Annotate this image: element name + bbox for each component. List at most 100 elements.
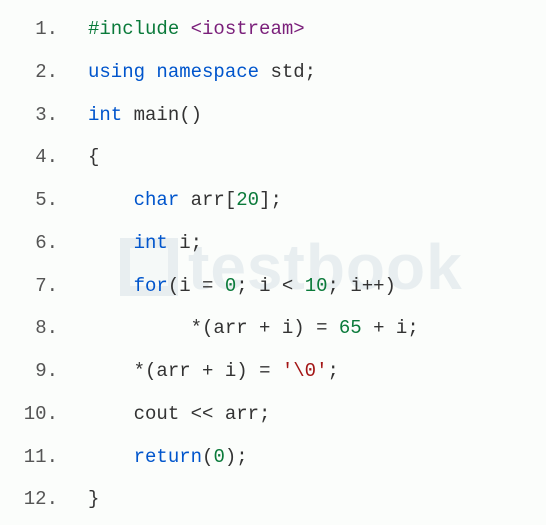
token: int <box>134 232 168 254</box>
code-content: char arr[20]; <box>88 179 282 222</box>
token: ; <box>328 275 351 297</box>
token: arr <box>225 403 259 425</box>
token: arr <box>213 317 247 339</box>
token: ); <box>225 446 248 468</box>
code-line: 11. return(0); <box>0 436 546 479</box>
line-number: 12. <box>0 478 88 521</box>
token: i <box>259 275 270 297</box>
token: ; <box>407 317 418 339</box>
token: cout <box>134 403 180 425</box>
token: arr <box>191 189 225 211</box>
line-number: 8. <box>0 307 88 350</box>
token: i <box>282 317 293 339</box>
token: ; <box>259 403 270 425</box>
code-content: for(i = 0; i < 10; i++) <box>88 265 396 308</box>
code-content: cout << arr; <box>88 393 270 436</box>
token: [ <box>225 189 236 211</box>
token: ]; <box>259 189 282 211</box>
token <box>88 403 134 425</box>
code-content: using namespace std; <box>88 51 316 94</box>
token: ) = <box>293 317 339 339</box>
token: 0 <box>213 446 224 468</box>
token: #include <box>88 18 179 40</box>
token: < <box>270 275 304 297</box>
token <box>122 104 133 126</box>
token: () <box>179 104 202 126</box>
line-number: 1. <box>0 8 88 51</box>
token: i <box>179 275 190 297</box>
code-line: 7. for(i = 0; i < 10; i++) <box>0 265 546 308</box>
token: ) = <box>236 360 282 382</box>
token: int <box>88 104 122 126</box>
token <box>179 18 190 40</box>
code-content: #include <iostream> <box>88 8 305 51</box>
token: 65 <box>339 317 362 339</box>
line-number: 7. <box>0 265 88 308</box>
token: i <box>396 317 407 339</box>
code-content: int main() <box>88 94 202 137</box>
token: } <box>88 488 99 510</box>
line-number: 3. <box>0 94 88 137</box>
line-number: 4. <box>0 136 88 179</box>
token: { <box>88 146 99 168</box>
token <box>88 446 134 468</box>
token: arr <box>156 360 190 382</box>
code-line: 8. *(arr + i) = 65 + i; <box>0 307 546 350</box>
token: <iostream> <box>191 18 305 40</box>
line-number: 5. <box>0 179 88 222</box>
token: std <box>270 61 304 83</box>
token: = <box>191 275 225 297</box>
token: i <box>179 232 190 254</box>
code-content: *(arr + i) = '\0'; <box>88 350 339 393</box>
token <box>259 61 270 83</box>
code-content: return(0); <box>88 436 248 479</box>
line-number: 2. <box>0 51 88 94</box>
token: return <box>134 446 202 468</box>
token: + <box>362 317 396 339</box>
code-line: 12.} <box>0 478 546 521</box>
token: using <box>88 61 145 83</box>
token <box>88 232 134 254</box>
token: ; <box>236 275 259 297</box>
token: *( <box>88 360 156 382</box>
code-content: int i; <box>88 222 202 265</box>
token <box>88 189 134 211</box>
token <box>179 189 190 211</box>
line-number: 10. <box>0 393 88 436</box>
code-line: 5. char arr[20]; <box>0 179 546 222</box>
token: ( <box>168 275 179 297</box>
token: ( <box>202 446 213 468</box>
token: ; <box>327 360 338 382</box>
line-number: 11. <box>0 436 88 479</box>
token: 20 <box>236 189 259 211</box>
token: for <box>134 275 168 297</box>
token: i <box>350 275 361 297</box>
token: + <box>191 360 225 382</box>
token: ; <box>191 232 202 254</box>
code-line: 4.{ <box>0 136 546 179</box>
token: char <box>134 189 180 211</box>
code-line: 2.using namespace std; <box>0 51 546 94</box>
token: main <box>134 104 180 126</box>
code-block: 1.#include <iostream>2.using namespace s… <box>0 0 546 521</box>
token: namespace <box>156 61 259 83</box>
line-number: 6. <box>0 222 88 265</box>
line-number: 9. <box>0 350 88 393</box>
code-content: *(arr + i) = 65 + i; <box>88 307 419 350</box>
code-line: 6. int i; <box>0 222 546 265</box>
token <box>145 61 156 83</box>
token <box>168 232 179 254</box>
token: *( <box>88 317 213 339</box>
token: '\0' <box>282 360 328 382</box>
code-line: 9. *(arr + i) = '\0'; <box>0 350 546 393</box>
token: i <box>225 360 236 382</box>
code-line: 10. cout << arr; <box>0 393 546 436</box>
token: << <box>179 403 225 425</box>
token <box>88 275 134 297</box>
code-line: 1.#include <iostream> <box>0 8 546 51</box>
token: ; <box>305 61 316 83</box>
token: ++) <box>362 275 396 297</box>
token: 0 <box>225 275 236 297</box>
token: 10 <box>305 275 328 297</box>
code-line: 3.int main() <box>0 94 546 137</box>
